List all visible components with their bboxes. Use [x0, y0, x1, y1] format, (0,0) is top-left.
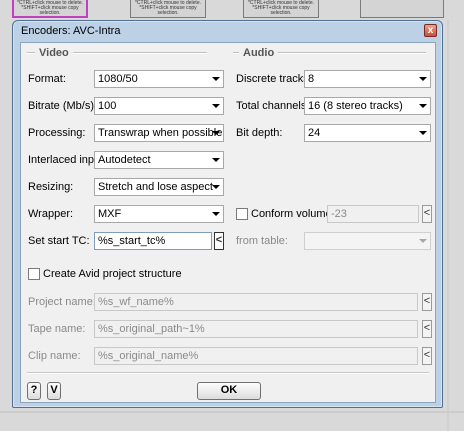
chevron-down-icon: [212, 77, 220, 81]
tape-name-variable-button[interactable]: <: [422, 320, 432, 338]
format-select[interactable]: 1080/50: [94, 70, 224, 88]
resizing-label: Resizing:: [28, 181, 74, 193]
audio-section-header: Audio: [233, 47, 427, 59]
footer-divider: [27, 372, 429, 374]
conform-volume-checkbox[interactable]: [236, 208, 248, 220]
clip-name-variable-button[interactable]: <: [422, 347, 432, 365]
ok-button[interactable]: OK: [197, 382, 261, 400]
chevron-down-icon: [419, 131, 427, 135]
chevron-down-icon: [419, 77, 427, 81]
close-button[interactable]: x: [424, 24, 437, 37]
tape-name-field[interactable]: %s_original_path~1%: [94, 320, 418, 338]
tape-name-label: Tape name:: [28, 323, 86, 335]
bit-depth-label: Bit depth:: [236, 127, 283, 139]
project-name-field[interactable]: %s_wf_name%: [94, 293, 418, 311]
processing-select[interactable]: Transwrap when possible: [94, 124, 224, 142]
video-section-title: Video: [39, 47, 69, 59]
start-tc-variable-button[interactable]: <: [214, 232, 224, 250]
chevron-down-icon: [212, 212, 220, 216]
video-section-header: Video: [27, 47, 207, 59]
format-label: Format:: [28, 73, 66, 85]
dialog-content: Video Audio Format: 1080/50 Bitrate (Mb/…: [20, 42, 436, 403]
chevron-down-icon: [419, 104, 427, 108]
wrapper-label: Wrapper:: [28, 208, 74, 220]
project-name-label: Project name:: [28, 296, 96, 308]
avid-project-label: Create Avid project structure: [43, 268, 182, 280]
audio-section-title: Audio: [243, 47, 275, 59]
help-button[interactable]: ?: [27, 382, 41, 400]
start-tc-field[interactable]: %s_start_tc%: [94, 232, 212, 250]
background-node-selected[interactable]: *CTRL+click mouse to delete. *SHIFT+clic…: [12, 0, 88, 18]
wrapper-select[interactable]: MXF: [94, 205, 224, 223]
background-node[interactable]: *CTRL+click mouse to delete. *SHIFT+clic…: [243, 0, 319, 18]
interlaced-select[interactable]: Autodetect: [94, 151, 224, 169]
from-table-select[interactable]: [304, 232, 431, 250]
close-icon: x: [427, 25, 434, 36]
conform-volume-field[interactable]: -23: [327, 205, 419, 223]
project-name-variable-button[interactable]: <: [422, 293, 432, 311]
dialog-title: Encoders: AVC-Intra: [21, 25, 121, 37]
background-node[interactable]: *CTRL+click mouse to delete. *SHIFT+clic…: [130, 0, 206, 18]
title-bar[interactable]: Encoders: AVC-Intra x: [13, 21, 442, 41]
chevron-down-icon: [419, 239, 427, 243]
discrete-tracks-label: Discrete tracks:: [236, 73, 312, 85]
bit-depth-select[interactable]: 24: [304, 124, 431, 142]
chevron-down-icon: [212, 158, 220, 162]
total-channels-select[interactable]: 16 (8 stereo tracks): [304, 97, 431, 115]
chevron-down-icon: [212, 131, 220, 135]
bitrate-label: Bitrate (Mb/s):: [28, 100, 98, 112]
conform-volume-variable-button[interactable]: <: [422, 205, 432, 223]
total-channels-label: Total channels:: [236, 100, 310, 112]
clip-name-field[interactable]: %s_original_name%: [94, 347, 418, 365]
discrete-tracks-select[interactable]: 8: [304, 70, 431, 88]
background-node[interactable]: [360, 0, 444, 18]
from-table-label: from table:: [236, 235, 288, 247]
encoder-dialog: Encoders: AVC-Intra x Video Audio Format…: [12, 20, 443, 408]
start-tc-label: Set start TC:: [28, 235, 90, 247]
chevron-down-icon: [212, 185, 220, 189]
bitrate-select[interactable]: 100: [94, 97, 224, 115]
resizing-select[interactable]: Stretch and lose aspect: [94, 178, 224, 196]
processing-label: Processing:: [28, 127, 86, 139]
avid-project-checkbox[interactable]: [28, 268, 40, 280]
v-button[interactable]: V: [47, 382, 61, 400]
clip-name-label: Clip name:: [28, 350, 81, 362]
chevron-down-icon: [212, 104, 220, 108]
